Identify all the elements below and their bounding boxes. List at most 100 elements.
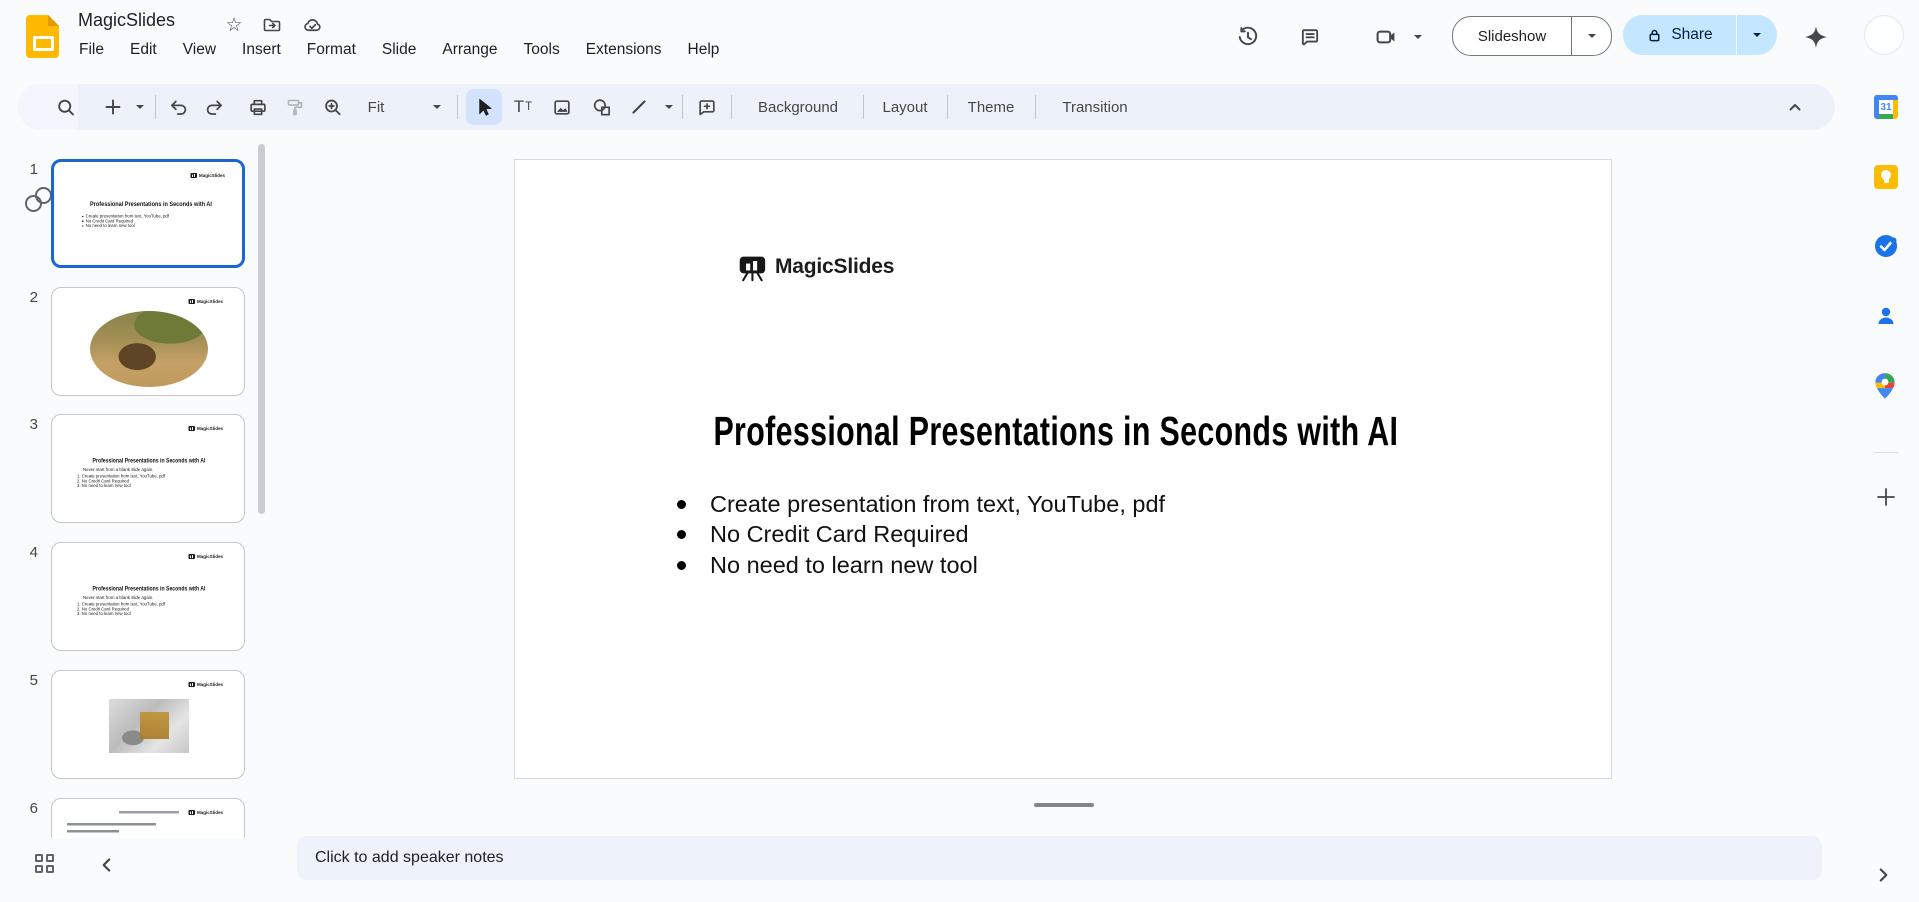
menu-bar: File Edit View Insert Format Slide Arran… — [66, 38, 732, 62]
slides-logo-fold — [48, 15, 59, 26]
paint-format-icon[interactable] — [285, 84, 305, 130]
add-comment-icon[interactable] — [697, 84, 718, 130]
zoom-icon[interactable] — [323, 84, 344, 130]
menu-extensions[interactable]: Extensions — [573, 38, 675, 62]
grid-view-icon[interactable] — [35, 854, 56, 875]
slide-thumbnail-2[interactable]: MagicSlides — [51, 287, 245, 396]
slides-logo-inner — [33, 36, 54, 51]
theme-button[interactable]: Theme — [968, 84, 1015, 130]
thumb-brand-logo: MagicSlides — [188, 426, 223, 431]
slide-number: 6 — [29, 800, 38, 817]
add-addon-icon[interactable] — [1874, 485, 1898, 509]
menu-tools[interactable]: Tools — [511, 38, 573, 62]
maps-icon[interactable] — [1874, 372, 1898, 399]
collapse-filmstrip-icon[interactable] — [96, 854, 118, 876]
menu-format[interactable]: Format — [294, 38, 369, 62]
thumb-brand-logo: MagicSlides — [190, 173, 225, 178]
undo-icon[interactable] — [169, 84, 190, 130]
slide-thumbnail-5[interactable]: MagicSlides — [51, 670, 245, 779]
menu-help[interactable]: Help — [675, 38, 733, 62]
magicslides-board-icon — [739, 256, 766, 282]
slides-logo[interactable] — [26, 15, 59, 58]
rail-divider — [1874, 452, 1898, 453]
share-dropdown[interactable] — [1737, 15, 1777, 55]
search-menus-icon[interactable] — [56, 84, 77, 130]
slide-thumbnail-3[interactable]: MagicSlides Professional Presentations i… — [51, 414, 245, 523]
new-slide-dropdown-icon[interactable] — [136, 84, 144, 130]
menu-file[interactable]: File — [66, 38, 117, 62]
slide-number: 1 — [29, 161, 38, 178]
version-history-icon[interactable] — [1228, 17, 1268, 57]
slideshow-dropdown[interactable] — [1572, 17, 1611, 55]
notes-resize-handle[interactable] — [1034, 803, 1094, 807]
keep-icon[interactable] — [1874, 165, 1898, 189]
slide-title[interactable]: Professional Presentations in Seconds wi… — [650, 408, 1463, 455]
speaker-notes-input[interactable]: Click to add speaker notes — [297, 836, 1822, 880]
meet-camera-icon[interactable] — [1366, 17, 1406, 57]
slideshow-label: Slideshow — [1477, 27, 1547, 45]
slide-number: 4 — [29, 544, 38, 561]
slide-canvas[interactable] — [514, 159, 1612, 779]
menu-view[interactable]: View — [170, 38, 229, 62]
share-button[interactable]: Share — [1623, 15, 1777, 55]
google-slides-app: { "header": { "doc_title": "MagicSlides"… — [0, 0, 1919, 902]
layout-button[interactable]: Layout — [882, 84, 927, 130]
slide-thumbnail-1[interactable]: MagicSlides Professional Presentations i… — [51, 159, 245, 268]
account-avatar[interactable] — [1864, 15, 1904, 55]
slide-number: 3 — [29, 416, 38, 433]
slide-brand-logo[interactable]: MagicSlides — [738, 252, 894, 282]
comments-icon[interactable] — [1290, 17, 1330, 57]
bullet-item: No need to learn new tool — [677, 550, 1165, 581]
text-box-tool-icon[interactable]: TT — [514, 84, 532, 130]
bullet-item: No Credit Card Required — [677, 520, 1165, 551]
slide-brand-text: MagicSlides — [775, 255, 895, 278]
filmstrip-scrollbar[interactable] — [258, 144, 265, 514]
thumb-brand-logo: MagicSlides — [188, 682, 223, 687]
slide-filmstrip: 1 MagicSlides Professional Presentations… — [0, 140, 282, 838]
thumb-brand-logo: MagicSlides — [188, 299, 223, 304]
expand-side-panel-icon[interactable] — [1872, 864, 1894, 886]
thumb-brand-logo: MagicSlides — [188, 554, 223, 559]
menu-edit[interactable]: Edit — [117, 38, 170, 62]
zoom-select-dropdown-icon[interactable] — [433, 84, 441, 130]
collapse-toolbar-icon[interactable] — [1785, 84, 1805, 130]
document-title[interactable]: MagicSlides — [78, 10, 175, 31]
insert-image-icon[interactable] — [552, 84, 573, 130]
print-icon[interactable] — [248, 84, 269, 130]
lock-icon — [1649, 29, 1660, 41]
background-button[interactable]: Background — [758, 84, 838, 130]
new-slide-icon[interactable] — [103, 84, 123, 130]
contacts-icon[interactable] — [1874, 304, 1898, 328]
slide-bullet-list[interactable]: Create presentation from text, YouTube, … — [677, 489, 1165, 581]
speaker-notes-placeholder: Click to add speaker notes — [315, 849, 504, 866]
thumb-brand-logo: MagicSlides — [188, 810, 223, 815]
menu-arrange[interactable]: Arrange — [429, 38, 510, 62]
calendar-icon[interactable]: 31 — [1874, 95, 1898, 119]
main-toolbar: Fit TT Background Layout Theme Transitio… — [18, 84, 1835, 130]
star-icon[interactable]: ☆ — [222, 13, 246, 37]
zoom-select-value[interactable]: Fit — [368, 84, 385, 130]
saved-cloud-icon[interactable] — [300, 13, 324, 37]
deer-photo-oval — [90, 311, 208, 387]
menu-slide[interactable]: Slide — [369, 38, 429, 62]
insert-shape-icon[interactable] — [592, 84, 613, 130]
select-tool-icon[interactable] — [473, 84, 495, 130]
gemini-sparkle-icon[interactable] — [1796, 17, 1836, 57]
orange-highlight-square — [140, 712, 169, 739]
meet-dropdown-icon[interactable] — [1404, 17, 1432, 57]
insert-line-icon[interactable] — [629, 84, 649, 130]
transition-button[interactable]: Transition — [1062, 84, 1127, 130]
line-dropdown-icon[interactable] — [665, 84, 673, 130]
slide-number: 2 — [29, 289, 38, 306]
slideshow-button[interactable]: Slideshow — [1452, 16, 1612, 56]
bullet-item: Create presentation from text, YouTube, … — [677, 489, 1165, 520]
move-folder-icon[interactable] — [260, 13, 284, 37]
tasks-icon[interactable] — [1874, 234, 1898, 258]
redo-icon[interactable] — [204, 84, 225, 130]
slide-thumbnail-4[interactable]: MagicSlides Professional Presentations i… — [51, 542, 245, 651]
slide-number: 5 — [29, 672, 38, 689]
slide-thumbnail-6[interactable]: MagicSlides — [51, 798, 245, 838]
grayscale-deer-image — [109, 699, 189, 753]
menu-insert[interactable]: Insert — [229, 38, 294, 62]
share-label: Share — [1671, 26, 1713, 43]
